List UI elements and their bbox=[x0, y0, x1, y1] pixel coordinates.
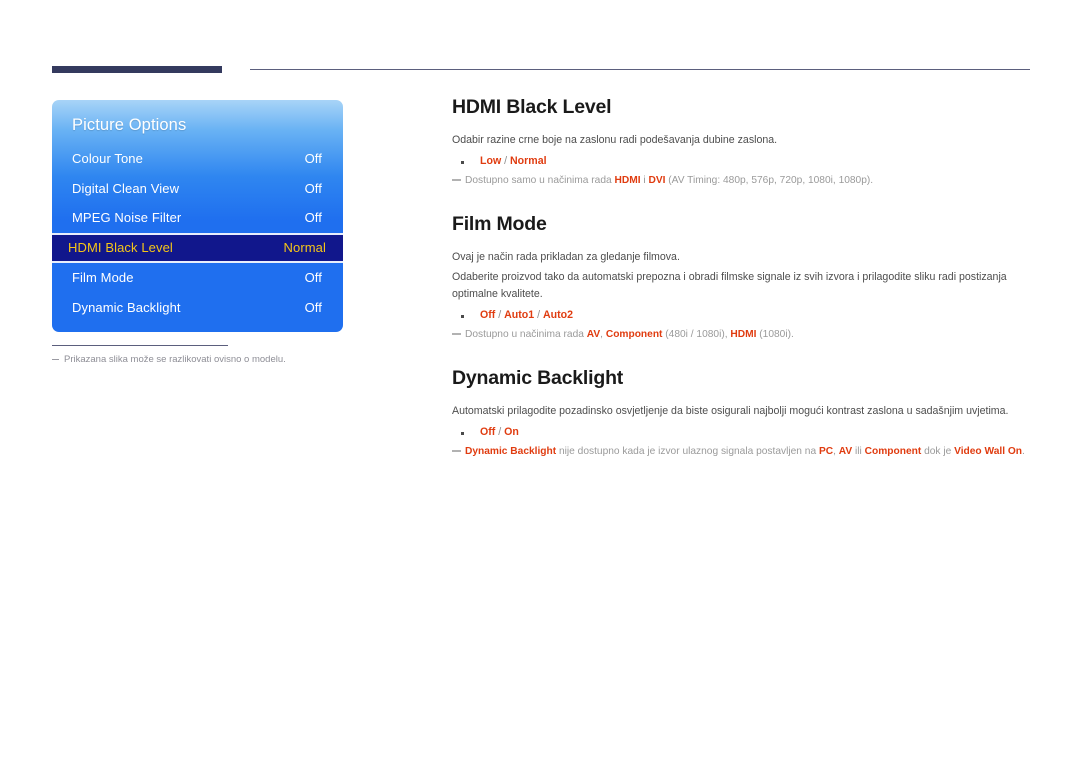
note-highlight: AV bbox=[586, 328, 601, 340]
osd-row-label: Colour Tone bbox=[72, 151, 143, 167]
note-fragment: . bbox=[1022, 446, 1025, 458]
note-highlight: HDMI bbox=[730, 328, 757, 340]
osd-row-digital-clean-view[interactable]: Digital Clean View Off bbox=[52, 174, 343, 204]
osd-row-value: Off bbox=[304, 299, 322, 315]
caption-text: Prikazana slika može se razlikovati ovis… bbox=[64, 354, 286, 365]
option-bullet-line: Off / On bbox=[452, 426, 1032, 438]
option-bullet-line: Low / Normal bbox=[452, 155, 1032, 167]
note-highlight: PC bbox=[818, 446, 834, 458]
osd-row-label: MPEG Noise Filter bbox=[72, 210, 182, 226]
section-heading: Dynamic Backlight bbox=[452, 366, 624, 389]
bullet-dot-icon bbox=[461, 314, 464, 318]
option-value: On bbox=[504, 426, 519, 439]
note-fragment: Dostupno samo u načinima rada bbox=[465, 175, 615, 187]
option-value: Normal bbox=[510, 155, 547, 168]
option-separator: / bbox=[501, 155, 511, 168]
osd-row-label: Dynamic Backlight bbox=[72, 299, 181, 315]
osd-row-value: Off bbox=[304, 180, 322, 196]
option-separator: / bbox=[534, 308, 543, 321]
note-dash-icon bbox=[452, 450, 461, 453]
caption-divider-rule bbox=[52, 345, 228, 346]
header-divider-rule bbox=[250, 69, 1030, 70]
osd-row-mpeg-noise-filter[interactable]: MPEG Noise Filter Off bbox=[52, 203, 343, 233]
section-note: Dynamic Backlight nije dostupno kada je … bbox=[452, 444, 1032, 459]
section-film-mode: Film Mode Ovaj je način rada prikladan za… bbox=[452, 213, 1032, 342]
option-value: Off bbox=[480, 426, 496, 439]
header-accent-bar bbox=[52, 66, 222, 73]
bullet-dot-icon bbox=[461, 432, 464, 436]
panel-caption: Prikazana slika može se razlikovati ovis… bbox=[52, 354, 352, 365]
note-highlight: Component bbox=[864, 446, 922, 458]
section-paragraph: Odaberite proizvod tako da automatski pr… bbox=[452, 271, 1007, 300]
option-value: Auto1 bbox=[504, 308, 535, 321]
section-paragraph: Odabir razine crne boje na zaslonu radi … bbox=[452, 134, 778, 146]
note-text: Dynamic Backlight nije dostupno kada je … bbox=[465, 444, 1025, 459]
note-dash-icon bbox=[452, 332, 461, 335]
option-bullet-line: Off / Auto1 / Auto2 bbox=[452, 309, 1032, 321]
osd-row-value: Off bbox=[304, 210, 322, 226]
osd-row-label: Film Mode bbox=[72, 270, 134, 286]
option-values: Low / Normal bbox=[480, 155, 547, 167]
note-fragment: Dostupno u načinima rada bbox=[465, 328, 587, 340]
note-fragment: ili bbox=[852, 446, 865, 458]
picture-options-osd-panel: Picture Options Colour Tone Off Digital Cl… bbox=[52, 100, 343, 332]
section-heading: HDMI Black Level bbox=[452, 96, 612, 118]
osd-row-value: Off bbox=[304, 151, 322, 167]
option-values: Off / Auto1 / Auto2 bbox=[480, 309, 573, 321]
note-highlight: HDMI bbox=[614, 175, 641, 187]
note-dash-icon bbox=[452, 179, 461, 182]
section-note: Dostupno samo u načinima rada HDMI i DVI… bbox=[452, 173, 1032, 188]
caption-dash-icon bbox=[52, 359, 59, 360]
option-value: Low bbox=[480, 155, 502, 168]
osd-panel-title: Picture Options bbox=[72, 116, 187, 134]
bullet-dot-icon bbox=[461, 161, 464, 165]
note-text: Dostupno u načinima rada AV, Component (… bbox=[465, 327, 794, 342]
section-dynamic-backlight: Dynamic Backlight Automatski prilagodite … bbox=[452, 367, 1032, 459]
section-paragraph: Ovaj je način rada prikladan za gledanje… bbox=[452, 251, 680, 264]
option-values: Off / On bbox=[480, 426, 519, 438]
osd-row-dynamic-backlight[interactable]: Dynamic Backlight Off bbox=[52, 292, 343, 322]
section-paragraph: Automatski prilagodite pozadinsko osvjet… bbox=[452, 404, 1009, 417]
note-highlight: Video Wall On bbox=[954, 446, 1023, 458]
note-text: Dostupno samo u načinima rada HDMI i DVI… bbox=[465, 173, 873, 188]
osd-row-film-mode[interactable]: Film Mode Off bbox=[52, 263, 343, 293]
note-fragment: (480i / 1080i), bbox=[662, 328, 731, 340]
article-content: HDMI Black Level Odabir razine crne boje … bbox=[452, 96, 1032, 459]
note-highlight: Dynamic Backlight bbox=[465, 446, 557, 458]
note-highlight: AV bbox=[838, 446, 853, 458]
osd-row-colour-tone[interactable]: Colour Tone Off bbox=[52, 144, 343, 174]
osd-row-label: HDMI Black Level bbox=[68, 240, 173, 256]
section-heading: Film Mode bbox=[452, 213, 547, 236]
note-highlight: Component bbox=[605, 328, 663, 340]
osd-row-hdmi-black-level[interactable]: HDMI Black Level Normal bbox=[52, 232, 343, 263]
osd-row-value: Off bbox=[304, 270, 322, 286]
option-separator: / bbox=[495, 308, 505, 321]
note-fragment: (1080i). bbox=[756, 328, 794, 340]
option-value: Auto2 bbox=[543, 308, 574, 321]
osd-menu-list: Colour Tone Off Digital Clean View Off MPEG … bbox=[52, 144, 343, 322]
note-highlight: DVI bbox=[648, 175, 666, 187]
osd-row-value: Normal bbox=[283, 240, 326, 256]
note-fragment: nije dostupno kada je izvor ulaznog sign… bbox=[556, 446, 819, 458]
note-fragment: dok je bbox=[921, 446, 955, 458]
section-hdmi-black-level: HDMI Black Level Odabir razine crne boje … bbox=[452, 96, 1032, 188]
section-note: Dostupno u načinima rada AV, Component (… bbox=[452, 327, 1032, 342]
osd-row-label: Digital Clean View bbox=[72, 180, 180, 196]
note-fragment: (AV Timing: 480p, 576p, 720p, 1080i, 108… bbox=[665, 175, 874, 187]
option-value: Off bbox=[480, 308, 496, 321]
option-separator: / bbox=[495, 426, 505, 439]
